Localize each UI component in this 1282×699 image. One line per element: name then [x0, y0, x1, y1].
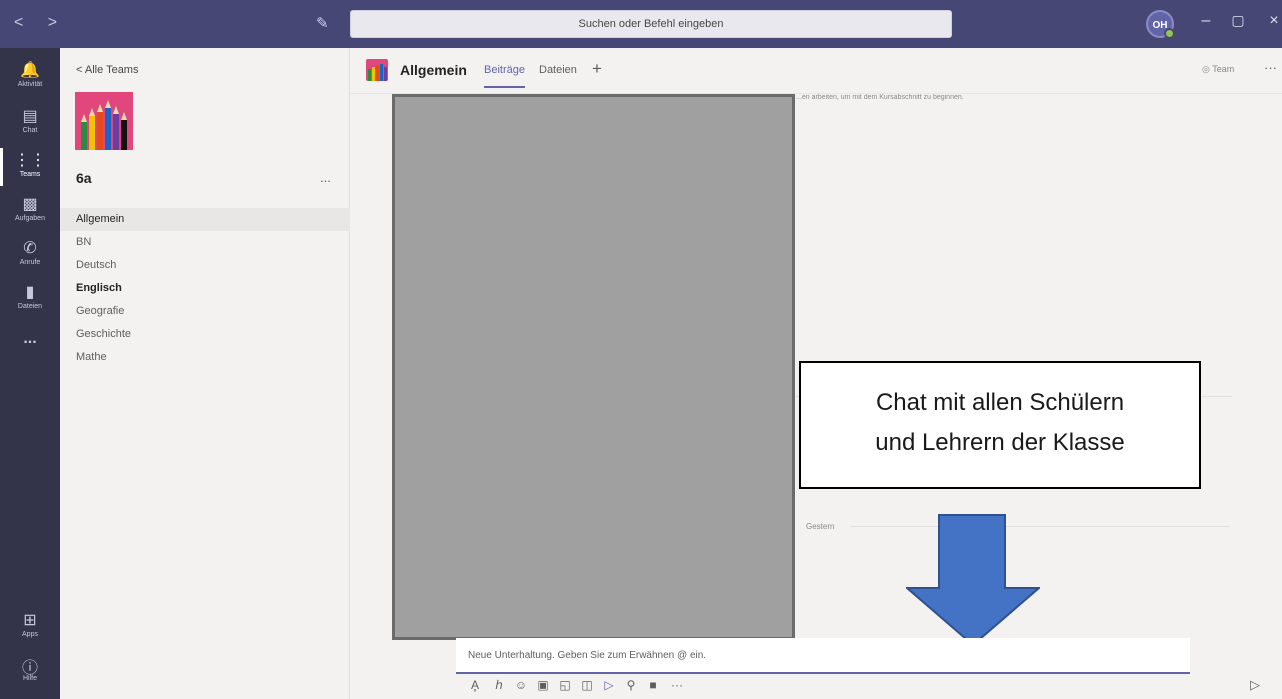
phone-icon: ✆: [23, 240, 37, 257]
rail-item-label: Aufgaben: [15, 215, 45, 222]
rail-more-button[interactable]: ...: [0, 324, 60, 370]
compose-input[interactable]: Neue Unterhaltung. Geben Sie zum Erwähne…: [456, 638, 1190, 674]
meet-icon[interactable]: ◫: [578, 678, 596, 692]
app-rail: 🔔 Aktivität ▤ Chat ⋮⋮ Teams ▩ Aufgaben ✆…: [0, 48, 60, 699]
rail-item-aufgaben[interactable]: ▩ Aufgaben: [0, 188, 60, 234]
rail-item-anrufe[interactable]: ✆ Anrufe: [0, 232, 60, 278]
rail-item-label: Hilfe: [22, 675, 37, 682]
team-image: [75, 92, 133, 150]
assignments-icon: ▩: [22, 196, 38, 213]
redacted-area: [392, 94, 795, 640]
send-icon[interactable]: ▷: [1250, 677, 1260, 693]
attach-icon[interactable]: ℎ: [490, 678, 508, 692]
teams-icon: ⋮⋮: [14, 152, 46, 169]
team-name: 6a: [76, 170, 92, 186]
rail-item-chat[interactable]: ▤ Chat: [0, 100, 60, 146]
apps-icon: ⊞: [23, 612, 37, 629]
date-divider-label: Gestern: [806, 522, 835, 531]
team-more-options-icon[interactable]: ...: [320, 170, 331, 185]
compose-icon[interactable]: ✎: [316, 14, 334, 32]
channel-team-icon: [366, 59, 388, 81]
rail-item-hilfe[interactable]: ⓘ Hilfe: [0, 648, 60, 694]
channel-list: Allgemein BN Deutsch Englisch Geografie …: [60, 208, 350, 369]
down-arrow-icon: [906, 514, 1040, 646]
rail-item-label: Dateien: [17, 303, 43, 310]
rail-item-dateien[interactable]: ▮ Dateien: [0, 276, 60, 322]
channel-title: Allgemein: [400, 62, 467, 78]
channel-item-geschichte[interactable]: Geschichte: [60, 323, 350, 346]
channel-item-mathe[interactable]: Mathe: [60, 346, 350, 369]
chat-icon: ▤: [22, 108, 38, 125]
more-options-icon[interactable]: ···: [668, 678, 686, 692]
header-more-icon[interactable]: ···: [1264, 60, 1277, 75]
nav-arrows[interactable]: < >: [14, 14, 67, 32]
channel-item-bn[interactable]: BN: [60, 231, 350, 254]
team-button[interactable]: ◎ Team: [1202, 64, 1234, 75]
channel-item-geografie[interactable]: Geografie: [60, 300, 350, 323]
tab-beitraege[interactable]: Beiträge: [484, 64, 525, 88]
emoji-icon[interactable]: ☺: [512, 678, 530, 692]
back-to-all-teams-link[interactable]: < Alle Teams: [76, 64, 138, 76]
add-tab-icon[interactable]: +: [592, 59, 602, 79]
rail-item-label: Teams: [19, 171, 41, 178]
teams-panel: < Alle Teams 6a ... Allgemein BN Deutsch…: [60, 48, 350, 699]
help-icon: ⓘ: [21, 660, 38, 677]
sticker-icon[interactable]: ◱: [556, 678, 574, 692]
bell-icon: 🔔: [20, 62, 40, 79]
format-icon[interactable]: Ḁ: [466, 678, 484, 692]
title-bar: < > ✎ Suchen oder Befehl eingeben OH – ▢…: [0, 0, 1282, 48]
minimize-button[interactable]: –: [1196, 12, 1216, 30]
tab-dateien[interactable]: Dateien: [539, 64, 577, 76]
rail-item-label: Aktivität: [17, 81, 43, 88]
faded-message-text: ...en arbeiten, um mit dem Kursabschnitt…: [796, 94, 964, 101]
avatar[interactable]: OH: [1146, 10, 1175, 39]
presence-icon: [1164, 28, 1175, 39]
rail-item-label: Chat: [22, 127, 38, 134]
more-icon: ...: [23, 330, 37, 347]
stream-icon[interactable]: ▷: [600, 678, 618, 692]
channel-item-deutsch[interactable]: Deutsch: [60, 254, 350, 277]
callout-annotation: Chat mit allen Schülern und Lehrern der …: [799, 361, 1201, 489]
callout-line-1: Chat mit allen Schülern: [875, 389, 1125, 416]
channel-header: Allgemein Beiträge Dateien + ◎ Team ···: [350, 48, 1282, 94]
rail-item-apps[interactable]: ⊞ Apps: [0, 604, 60, 650]
files-icon: ▮: [25, 284, 35, 301]
video-icon[interactable]: ■: [644, 678, 662, 692]
rail-item-label: Anrufe: [19, 259, 41, 266]
callout-line-2: und Lehrern der Klasse: [875, 429, 1125, 456]
rail-item-label: Apps: [22, 631, 38, 638]
gif-icon[interactable]: ▣: [534, 678, 552, 692]
praise-icon[interactable]: ⚲: [622, 678, 640, 692]
search-input[interactable]: Suchen oder Befehl eingeben: [350, 10, 952, 38]
rail-item-aktivitaet[interactable]: 🔔 Aktivität: [0, 54, 60, 100]
rail-item-teams[interactable]: ⋮⋮ Teams: [0, 144, 60, 190]
channel-item-allgemein[interactable]: Allgemein: [60, 208, 350, 231]
restore-button[interactable]: ▢: [1228, 12, 1248, 29]
channel-item-englisch[interactable]: Englisch: [60, 277, 350, 300]
close-button[interactable]: ×: [1264, 12, 1282, 30]
